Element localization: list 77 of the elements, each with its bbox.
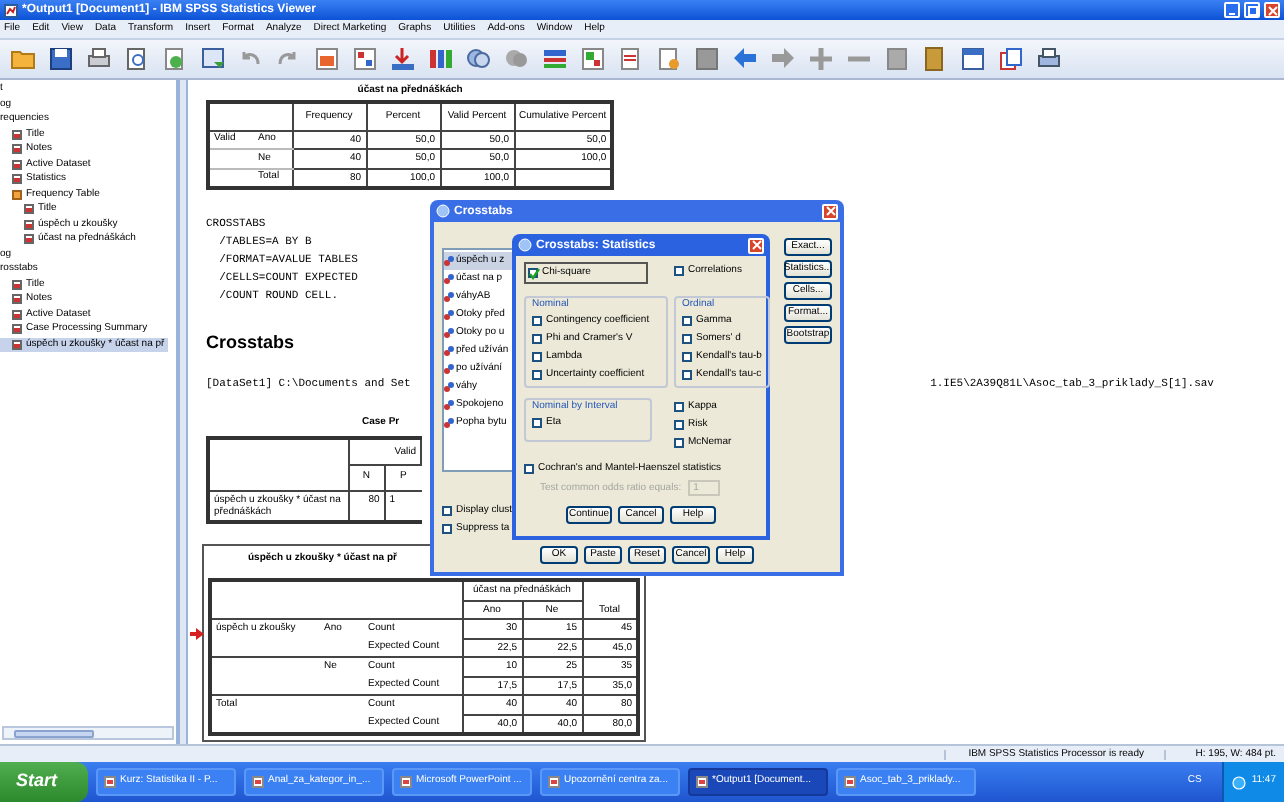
document-icon	[12, 174, 22, 185]
square-icon[interactable]	[694, 46, 720, 72]
printer-icon[interactable]	[86, 46, 112, 72]
book-icon[interactable]	[922, 46, 948, 72]
columns-icon[interactable]	[428, 46, 454, 72]
plus-icon[interactable]	[808, 46, 834, 72]
page-icon[interactable]	[618, 46, 644, 72]
document-icon	[24, 204, 34, 215]
circles-icon[interactable]	[466, 46, 492, 72]
checkbox[interactable]	[532, 370, 542, 380]
close-button[interactable]	[1264, 2, 1280, 18]
checkbox[interactable]	[532, 334, 542, 344]
document-icon	[12, 294, 22, 305]
checkbox[interactable]	[528, 268, 538, 278]
document-icon	[12, 159, 22, 170]
chart-page-icon[interactable]	[314, 46, 340, 72]
document-icon	[104, 776, 116, 788]
close-icon	[825, 206, 835, 216]
maximize-icon	[1247, 5, 1257, 15]
app-icon	[4, 3, 18, 17]
document-icon	[12, 309, 22, 320]
window-icon[interactable]	[960, 46, 986, 72]
checkbox[interactable]	[532, 316, 542, 326]
arrow-right-icon[interactable]	[770, 46, 796, 72]
checkbox[interactable]	[442, 506, 452, 516]
page-icon[interactable]	[656, 46, 682, 72]
document-icon	[12, 324, 22, 335]
checkbox[interactable]	[524, 464, 534, 474]
document-icon	[696, 776, 708, 788]
close-icon	[751, 240, 761, 250]
export-icon[interactable]	[162, 46, 188, 72]
checkbox[interactable]	[674, 266, 684, 276]
section-heading: Crosstabs	[206, 332, 295, 354]
document-icon	[844, 776, 856, 788]
save-icon[interactable]	[48, 46, 74, 72]
page-icon[interactable]	[884, 46, 910, 72]
maximize-button[interactable]	[1244, 2, 1260, 18]
checkbox[interactable]	[532, 352, 542, 362]
window-icon[interactable]	[200, 46, 226, 72]
grid-icon[interactable]	[580, 46, 606, 72]
print-preview-icon[interactable]	[124, 46, 150, 72]
list-icon[interactable]	[542, 46, 568, 72]
circles-icon[interactable]	[504, 46, 530, 72]
table-page-icon[interactable]	[352, 46, 378, 72]
checkbox[interactable]	[682, 370, 692, 380]
tray-icon	[1231, 775, 1246, 789]
document-icon	[12, 339, 22, 350]
app-icon	[518, 238, 532, 252]
document-icon	[12, 189, 22, 200]
checkbox[interactable]	[674, 438, 684, 448]
checkbox[interactable]	[682, 334, 692, 344]
checkbox[interactable]	[682, 316, 692, 326]
app-icon	[436, 204, 450, 218]
checkbox[interactable]	[682, 352, 692, 362]
download-icon[interactable]	[390, 46, 416, 72]
scrollbar[interactable]	[2, 726, 174, 740]
checkbox[interactable]	[674, 420, 684, 430]
minimize-button[interactable]	[1224, 2, 1240, 18]
document-icon	[12, 144, 22, 155]
checkbox[interactable]	[532, 418, 542, 428]
close-button[interactable]	[748, 237, 764, 253]
close-icon	[1267, 5, 1277, 15]
checkbox[interactable]	[674, 402, 684, 412]
document-icon	[24, 219, 34, 230]
document-icon	[548, 776, 560, 788]
printer-icon[interactable]	[1036, 46, 1062, 72]
document-icon	[24, 234, 34, 245]
document-icon	[12, 279, 22, 290]
folder-icon[interactable]	[10, 46, 36, 72]
document-icon	[400, 776, 412, 788]
arrow-left-icon[interactable]	[732, 46, 758, 72]
pages-icon[interactable]	[998, 46, 1024, 72]
document-icon	[12, 129, 22, 140]
document-icon	[252, 776, 264, 788]
arrow-icon	[190, 628, 204, 640]
close-button[interactable]	[822, 203, 838, 219]
checkbox[interactable]	[442, 524, 452, 534]
